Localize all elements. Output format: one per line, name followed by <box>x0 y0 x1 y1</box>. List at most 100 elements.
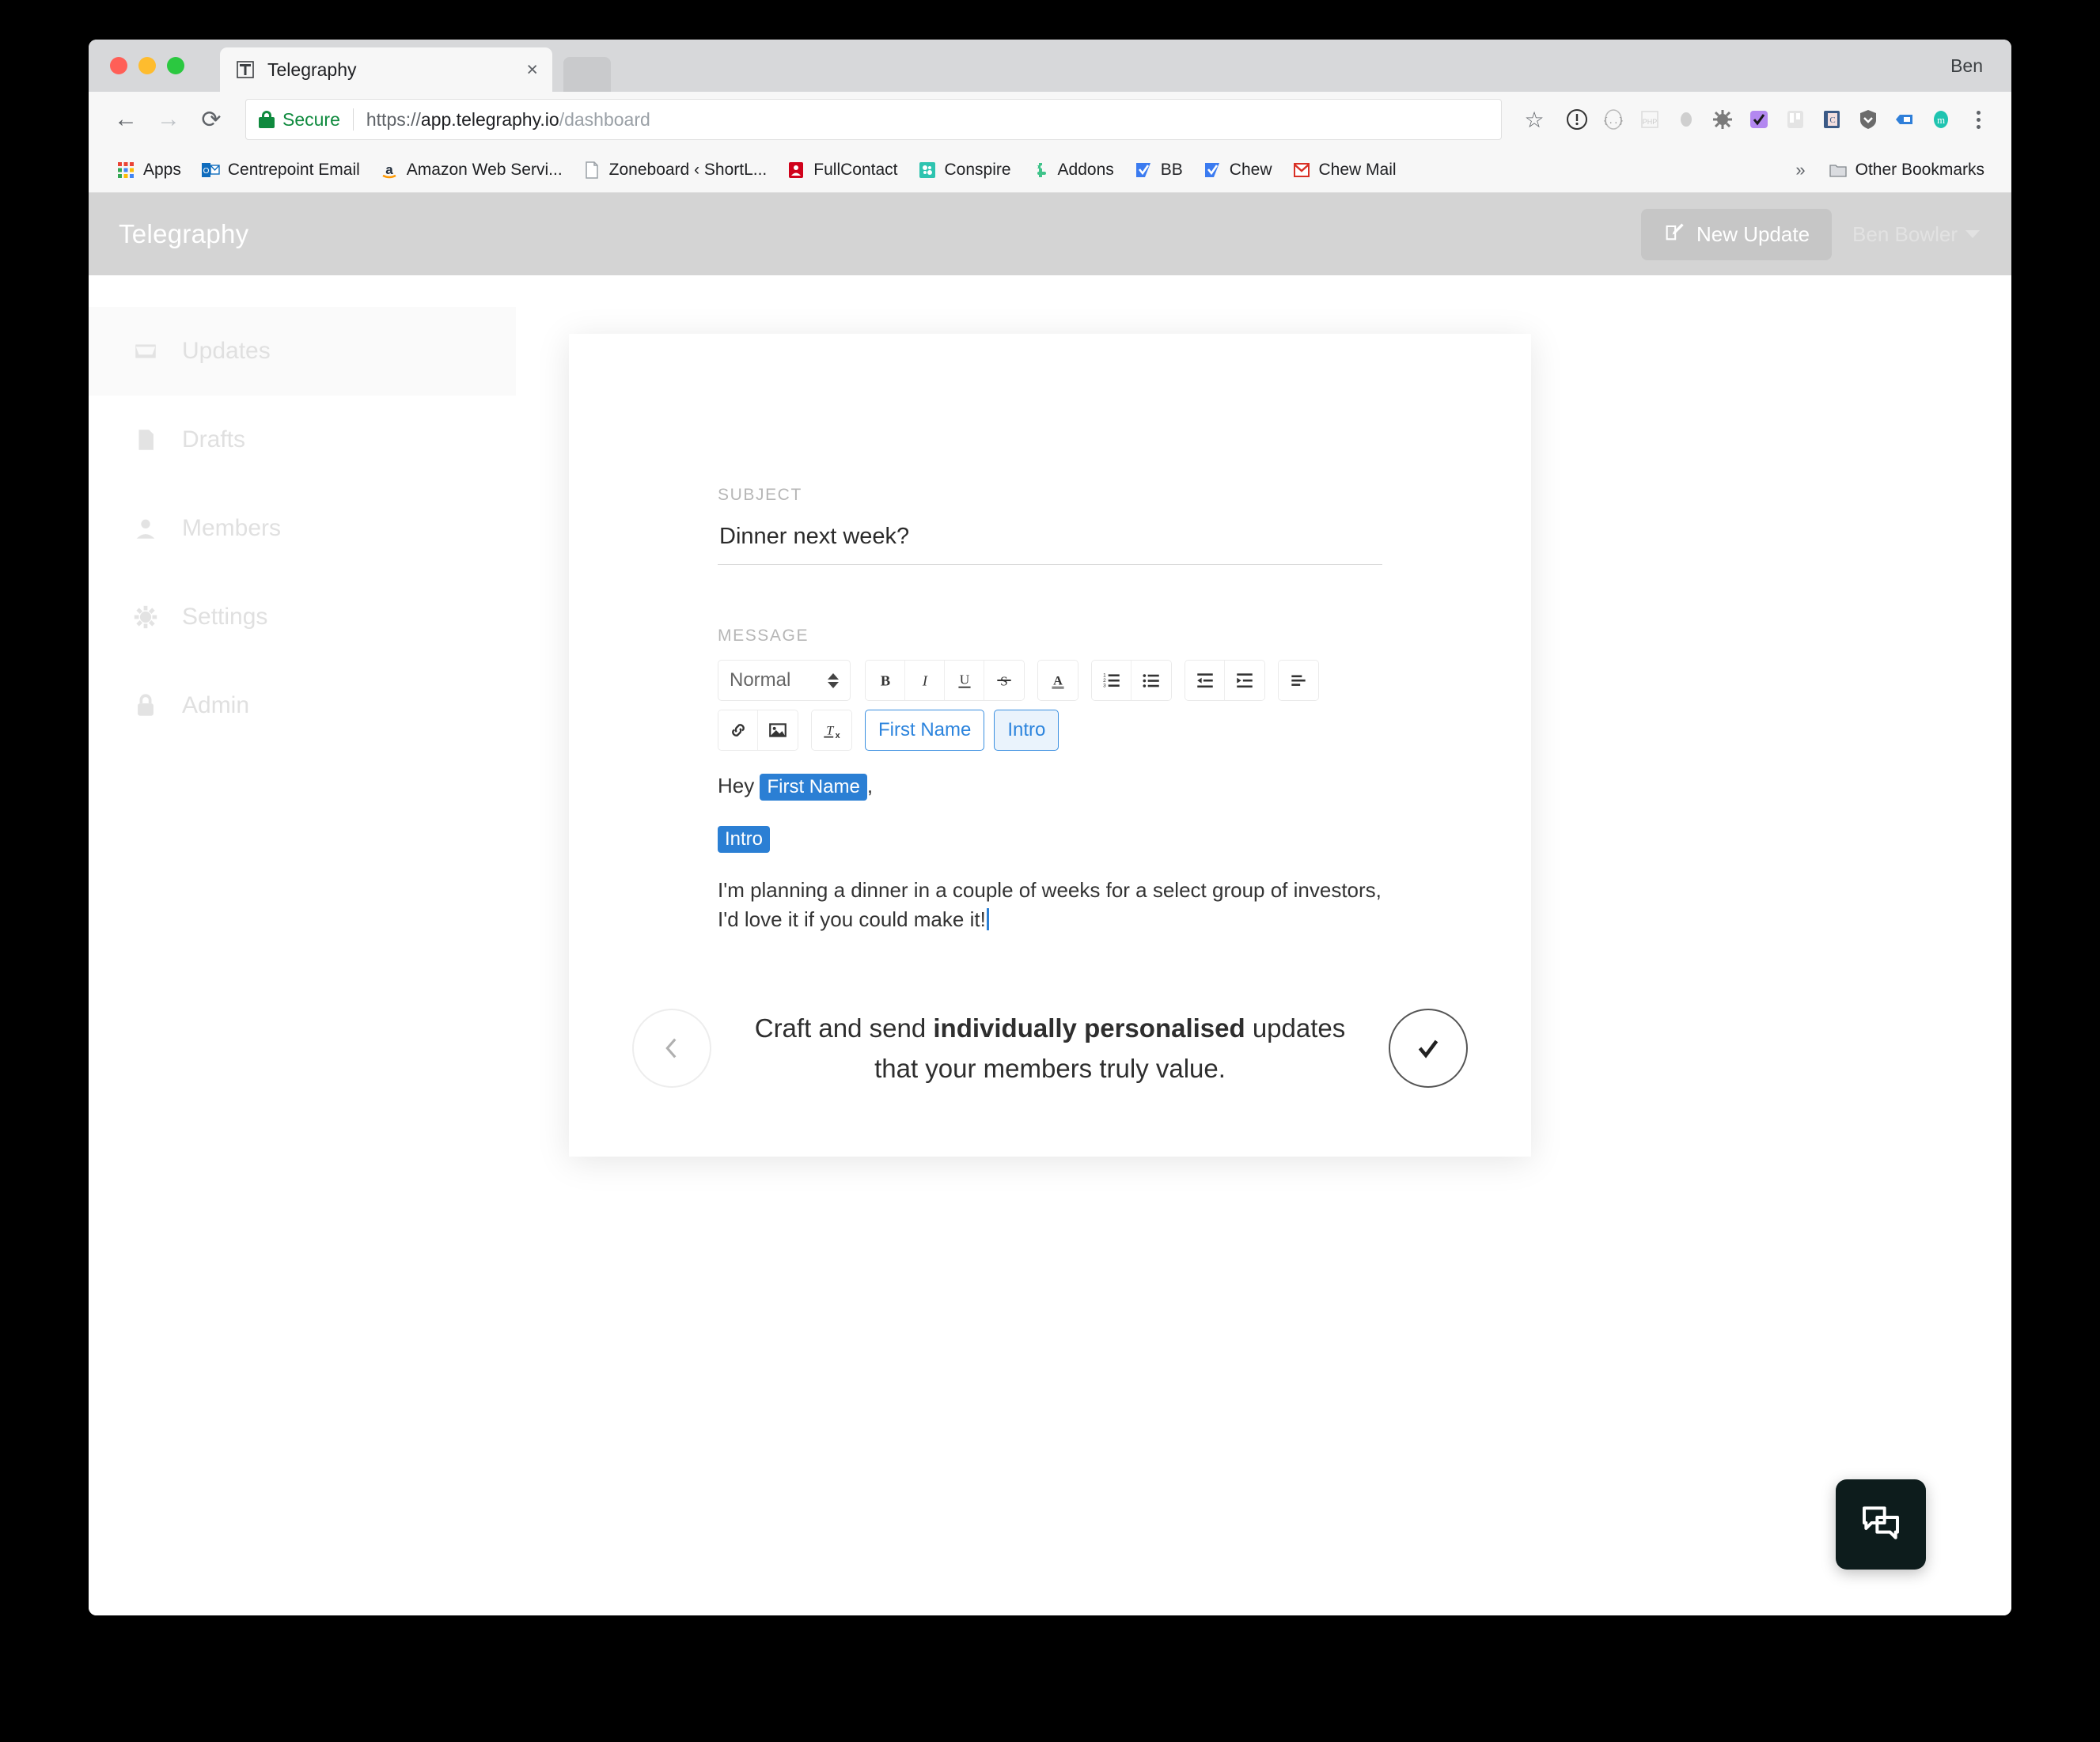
sidebar-item-updates[interactable]: Updates <box>89 307 516 396</box>
sidebar-item-drafts[interactable]: Drafts <box>89 396 516 484</box>
bookmark-chew-mail[interactable]: Chew Mail <box>1282 153 1406 187</box>
gear-icon <box>130 601 161 633</box>
tab-title: Telegraphy <box>267 59 357 80</box>
sidebar-item-admin[interactable]: Admin <box>89 661 516 750</box>
sidebar-item-label: Admin <box>182 692 250 718</box>
message-editor[interactable]: Hey First Name, Intro I'm planning a din… <box>718 771 1382 935</box>
user-menu-button[interactable]: Ben Bowler <box>1852 222 1980 247</box>
bookmark-bb[interactable]: BB <box>1124 153 1192 187</box>
bug-icon[interactable] <box>1706 103 1739 136</box>
omnibox-row: ← → ⟳ Secure https://app.telegraphy.io/d… <box>89 92 2011 147</box>
bold-button[interactable]: B <box>866 661 905 700</box>
trello-icon[interactable] <box>1779 103 1812 136</box>
chat-widget-button[interactable] <box>1836 1479 1926 1570</box>
clear-format-button[interactable]: Tx <box>812 710 851 750</box>
bookmark-zoneboard[interactable]: Zoneboard ‹ ShortL... <box>572 153 777 187</box>
compose-icon <box>1663 221 1685 248</box>
url-scheme: https:// <box>366 108 421 130</box>
strike-button[interactable]: S <box>984 661 1024 700</box>
token-intro-button[interactable]: Intro <box>994 710 1059 751</box>
other-bookmarks-label: Other Bookmarks <box>1855 160 1984 179</box>
close-window-button[interactable] <box>110 57 127 74</box>
bookmark-star-icon[interactable]: ☆ <box>1514 100 1554 139</box>
align-button[interactable] <box>1279 661 1318 700</box>
outlook-icon: O <box>200 160 221 180</box>
maximize-window-button[interactable] <box>167 57 184 74</box>
fullcontact-icon <box>786 160 806 180</box>
list-group: 123 <box>1091 660 1172 701</box>
link-button[interactable] <box>718 710 758 750</box>
sidebar-item-label: Updates <box>182 338 271 364</box>
onboarding-tagline: Craft and send individually personalised… <box>711 1008 1389 1089</box>
greeting-prefix: Hey <box>718 774 760 797</box>
shield-icon[interactable] <box>1852 103 1885 136</box>
clear-format-group: Tx <box>811 710 852 751</box>
chevron-down-icon <box>1965 230 1980 238</box>
bookmark-label: FullContact <box>813 160 898 179</box>
text-color-button[interactable]: A <box>1038 661 1078 700</box>
image-button[interactable] <box>758 710 798 750</box>
underline-button[interactable]: U <box>945 661 984 700</box>
svg-text:U: U <box>959 672 969 687</box>
lock-icon <box>259 111 275 128</box>
bookmark-centrepoint-email[interactable]: O Centrepoint Email <box>191 153 370 187</box>
bullet-list-button[interactable] <box>1131 661 1171 700</box>
forward-button[interactable]: → <box>147 98 190 141</box>
bookmark-chew[interactable]: Chew <box>1192 153 1282 187</box>
indent-button[interactable] <box>1225 661 1264 700</box>
align-group <box>1278 660 1319 701</box>
php-icon[interactable]: PHP <box>1633 103 1666 136</box>
token-first-name-button[interactable]: First Name <box>865 710 985 751</box>
secure-label: Secure <box>282 108 340 130</box>
editor-intro-line: Intro <box>718 824 1382 854</box>
grey-dot-icon[interactable] <box>1670 103 1703 136</box>
bookmark-label: Amazon Web Servi... <box>406 160 563 179</box>
bookmarks-bar: Apps O Centrepoint Email a Amazon Web Se… <box>89 147 2011 193</box>
address-bar[interactable]: Secure https://app.telegraphy.io/dashboa… <box>245 99 1502 140</box>
indent-group <box>1185 660 1265 701</box>
browser-menu-button[interactable] <box>1961 102 1996 137</box>
page-icon <box>582 160 602 180</box>
svg-text:C: C <box>1829 116 1835 125</box>
bookmark-conspire[interactable]: Conspire <box>908 153 1021 187</box>
new-update-label: New Update <box>1696 222 1810 246</box>
browser-tab[interactable]: Telegraphy × <box>220 47 552 92</box>
minimize-window-button[interactable] <box>138 57 156 74</box>
bookmarks-overflow-button[interactable]: » <box>1783 160 1818 180</box>
other-bookmarks-button[interactable]: Other Bookmarks <box>1818 153 1994 187</box>
reload-button[interactable]: ⟳ <box>190 98 233 141</box>
editor-paragraph: I'm planning a dinner in a couple of wee… <box>718 876 1382 935</box>
braces-icon[interactable]: {..} <box>1597 103 1630 136</box>
close-icon[interactable]: × <box>518 59 538 80</box>
previous-step-button[interactable] <box>632 1008 711 1088</box>
app-header: Telegraphy New Update Ben Bowler <box>89 193 2011 275</box>
token-label: First Name <box>878 719 972 740</box>
sidebar-item-settings[interactable]: Settings <box>89 573 516 661</box>
back-button[interactable]: ← <box>104 98 147 141</box>
browser-window: Telegraphy × Ben ← → ⟳ Secure https://ap… <box>89 40 2011 1615</box>
svg-text:I: I <box>921 673 927 689</box>
teal-m-icon[interactable]: m <box>1924 103 1958 136</box>
contacts-icon[interactable]: C <box>1815 103 1848 136</box>
purple-check-icon[interactable] <box>1742 103 1776 136</box>
subject-input[interactable] <box>718 519 1382 565</box>
new-update-button[interactable]: New Update <box>1640 208 1833 260</box>
url-host: app.telegraphy.io <box>420 108 559 130</box>
sidebar-item-label: Drafts <box>182 426 246 453</box>
outdent-button[interactable] <box>1185 661 1225 700</box>
traffic-lights <box>110 57 184 74</box>
info-circle-icon[interactable] <box>1560 103 1594 136</box>
window-user-label: Ben <box>1950 55 1983 76</box>
bookmark-addons[interactable]: Addons <box>1021 153 1124 187</box>
ordered-list-button[interactable]: 123 <box>1092 661 1131 700</box>
modal-footer: Craft and send individually personalised… <box>569 1008 1531 1157</box>
italic-button[interactable]: I <box>905 661 945 700</box>
bookmark-apps[interactable]: Apps <box>106 153 191 187</box>
bookmark-amazon-web-services[interactable]: a Amazon Web Servi... <box>370 153 572 187</box>
bookmark-fullcontact[interactable]: FullContact <box>776 153 907 187</box>
new-tab-button[interactable] <box>563 57 611 92</box>
format-select[interactable]: Normal <box>718 660 851 701</box>
blue-tag-icon[interactable] <box>1888 103 1921 136</box>
confirm-step-button[interactable] <box>1389 1008 1468 1088</box>
sidebar-item-members[interactable]: Members <box>89 484 516 573</box>
